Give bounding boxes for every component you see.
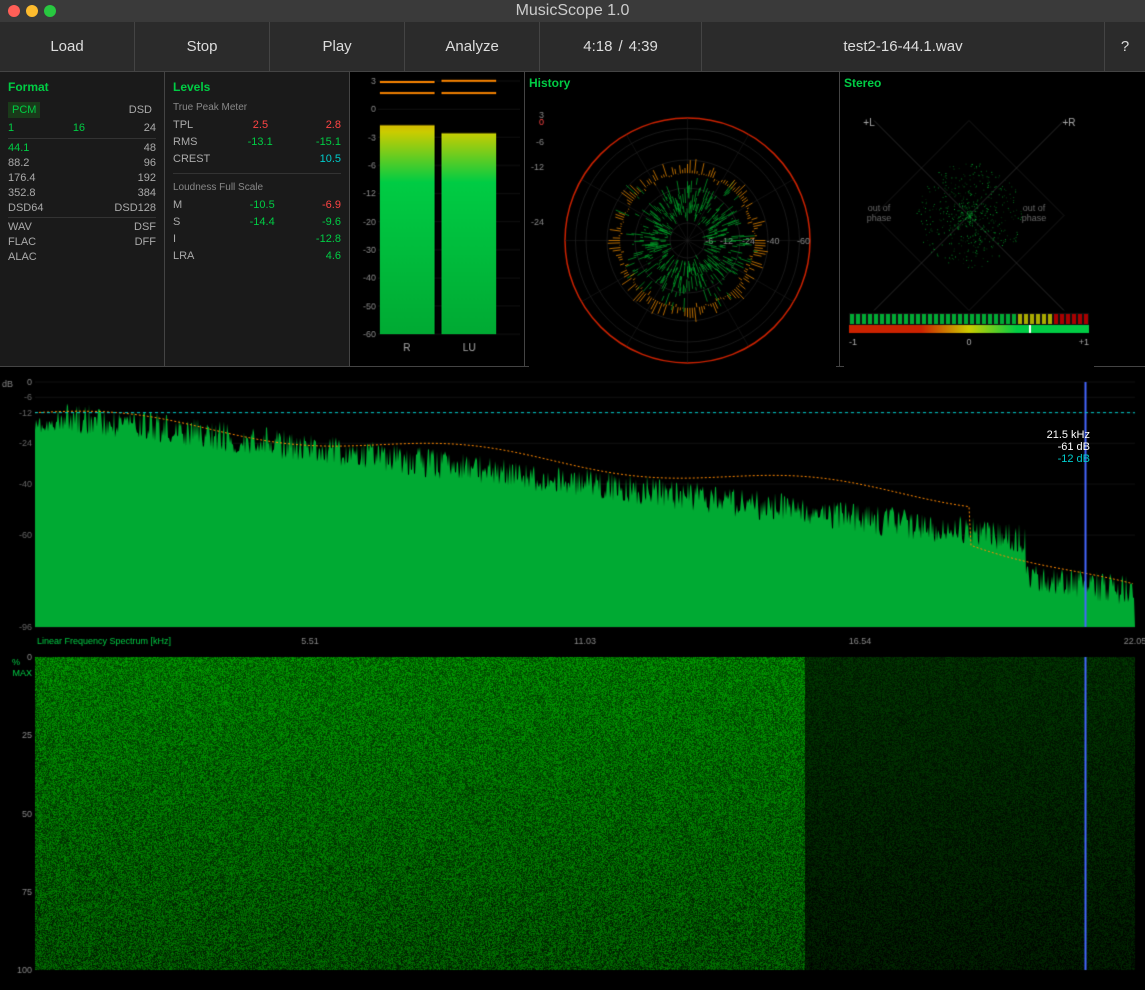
format-dsd[interactable]: DSD: [125, 102, 156, 118]
loudness-label: Loudness Full Scale: [173, 182, 341, 193]
rms-left: -13.1: [248, 136, 273, 148]
history-panel: History: [525, 72, 840, 366]
s-right: -9.6: [322, 216, 341, 228]
m-left: -10.5: [250, 199, 275, 211]
spectrum-area: 21.5 kHz -61 dB -12 dB: [0, 367, 1145, 652]
levels-panel: Levels True Peak Meter TPL 2.5 2.8 RMS -…: [165, 72, 350, 366]
format-dsd64: DSD64: [8, 202, 43, 214]
m-row: M -10.5 -6.9: [173, 199, 341, 211]
load-button[interactable]: Load: [0, 22, 135, 71]
format-882: 88.2: [8, 157, 29, 169]
time-display: 4:18 / 4:39: [540, 22, 702, 71]
toolbar: Load Stop Play Analyze 4:18 / 4:39 test2…: [0, 22, 1145, 72]
i-val: -12.8: [316, 233, 341, 245]
tpl-right: 2.8: [326, 119, 341, 131]
spectrum-canvas: [0, 367, 1145, 652]
format-flac: FLAC: [8, 236, 36, 248]
cursor-freq: 21.5 kHz: [1047, 429, 1090, 441]
rms-right: -15.1: [316, 136, 341, 148]
lra-label: LRA: [173, 250, 228, 262]
true-peak-label: True Peak Meter: [173, 102, 341, 113]
spectrum-info: 21.5 kHz -61 dB -12 dB: [1047, 429, 1090, 465]
filename-display: test2-16-44.1.wav: [702, 22, 1105, 71]
format-dff: DFF: [135, 236, 156, 248]
cursor-db2: -12 dB: [1047, 453, 1090, 465]
top-panels: Format PCM DSD 1 16 24 44.1 48 88.2 96 1…: [0, 72, 1145, 367]
format-bit16: 16: [73, 122, 85, 134]
format-wav: WAV: [8, 221, 32, 233]
s-row: S -14.4 -9.6: [173, 216, 341, 228]
stereo-title: Stereo: [844, 76, 1141, 90]
crest-label: CREST: [173, 153, 228, 165]
crest-val: 10.5: [320, 153, 341, 165]
vu-canvas: [354, 76, 520, 359]
analyze-button[interactable]: Analyze: [405, 22, 540, 71]
stereo-canvas: [844, 98, 1094, 373]
history-canvas: [529, 98, 836, 373]
rms-label: RMS: [173, 136, 228, 148]
lra-row: LRA 4.6: [173, 250, 341, 262]
format-96: 96: [144, 157, 156, 169]
stop-button[interactable]: Stop: [135, 22, 270, 71]
format-192: 192: [138, 172, 156, 184]
format-ch: 1: [8, 122, 14, 134]
format-title: Format: [8, 80, 156, 94]
format-1764: 176.4: [8, 172, 36, 184]
stereo-panel: Stereo: [840, 72, 1145, 366]
crest-row: CREST 10.5: [173, 153, 341, 165]
levels-title: Levels: [173, 80, 341, 94]
m-label: M: [173, 199, 228, 211]
format-3528: 352.8: [8, 187, 36, 199]
s-left: -14.4: [250, 216, 275, 228]
history-title: History: [529, 76, 835, 90]
format-441: 44.1: [8, 142, 29, 154]
format-dsf: DSF: [134, 221, 156, 233]
minimize-button[interactable]: [26, 5, 38, 17]
m-right: -6.9: [322, 199, 341, 211]
s-label: S: [173, 216, 228, 228]
close-button[interactable]: [8, 5, 20, 17]
format-384: 384: [138, 187, 156, 199]
app-title: MusicScope 1.0: [516, 2, 630, 20]
tpl-row: TPL 2.5 2.8: [173, 119, 341, 131]
traffic-lights: [8, 5, 56, 17]
vu-panel: [350, 72, 525, 366]
maximize-button[interactable]: [44, 5, 56, 17]
format-alac: ALAC: [8, 251, 37, 263]
format-pcm[interactable]: PCM: [8, 102, 40, 118]
format-panel: Format PCM DSD 1 16 24 44.1 48 88.2 96 1…: [0, 72, 165, 366]
lra-val: 4.6: [326, 250, 341, 262]
rms-row: RMS -13.1 -15.1: [173, 136, 341, 148]
help-button[interactable]: ?: [1105, 22, 1145, 71]
cursor-db: -61 dB: [1047, 441, 1090, 453]
format-dsd128: DSD128: [114, 202, 156, 214]
spectrogram-area: [0, 652, 1145, 990]
i-label: I: [173, 233, 228, 245]
titlebar: MusicScope 1.0: [0, 0, 1145, 22]
spectrogram-canvas: [0, 652, 1145, 990]
tpl-label: TPL: [173, 119, 228, 131]
play-button[interactable]: Play: [270, 22, 405, 71]
i-row: I -12.8: [173, 233, 341, 245]
tpl-left: 2.5: [253, 119, 268, 131]
format-48: 48: [144, 142, 156, 154]
format-bit24: 24: [144, 122, 156, 134]
